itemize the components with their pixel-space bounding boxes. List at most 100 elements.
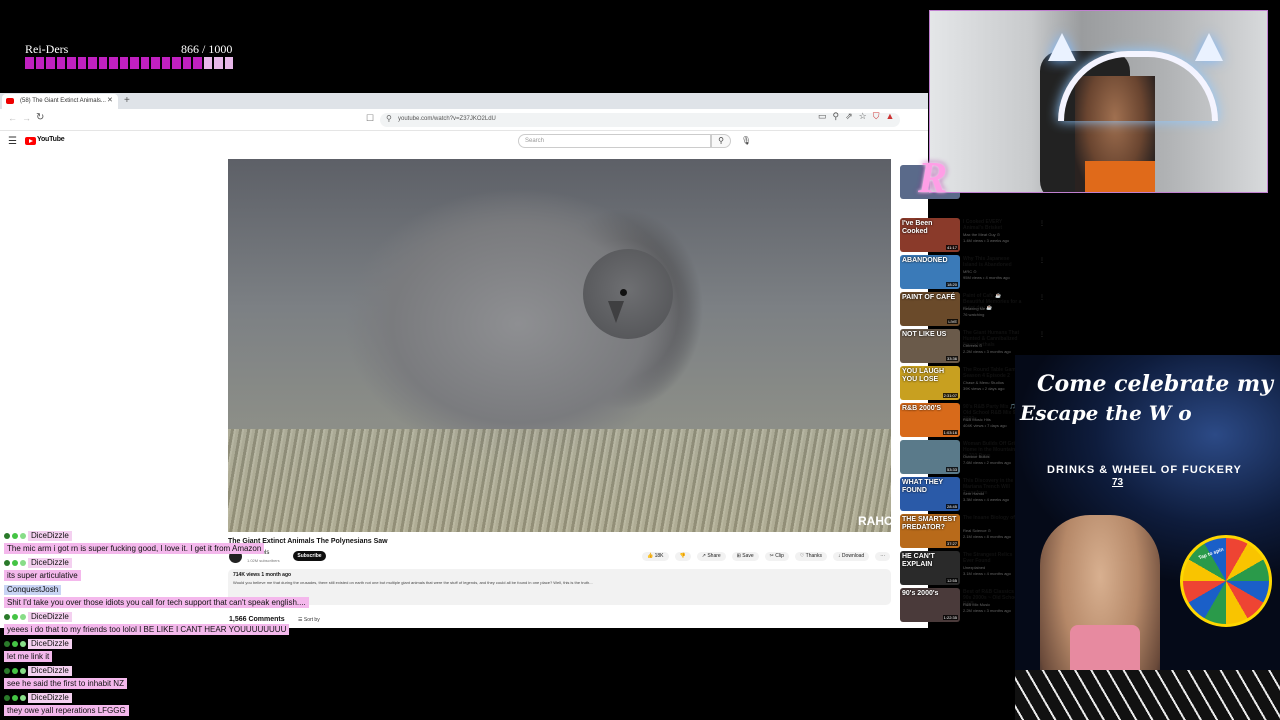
video-duration: 28:45 (945, 504, 958, 509)
chat-username-row: DiceDizzle (4, 557, 72, 568)
more-options-icon[interactable]: ⋮ (1039, 220, 1045, 227)
site-info-icon[interactable]: ⚲ (386, 114, 392, 123)
goal-progress-segment (224, 57, 233, 69)
video-title[interactable]: Why This Japanese Island is Abandoned (963, 256, 1023, 268)
channel-name[interactable]: Chase & Menu Studios (963, 380, 1004, 385)
video-meta: 2.1M views • 8 months ago (963, 534, 1011, 539)
chat-username[interactable]: DiceDizzle (28, 692, 72, 703)
sub-badge-icon (12, 667, 18, 674)
video-thumbnail[interactable]: I've Been Cooked 41:17 (900, 218, 960, 252)
goal-progress-segment (130, 57, 139, 69)
channel-name[interactable]: R&B Music Hits (963, 417, 991, 422)
zoom-icon[interactable]: ⚲ (833, 111, 840, 122)
video-thumbnail[interactable]: YOU LAUGH YOU LOSE 2:31:07 (900, 366, 960, 400)
warning-icon[interactable]: ▲ (886, 111, 895, 122)
save-button[interactable]: ⊞ Save (731, 552, 759, 561)
channel-name[interactable]: Outdoor Builds (963, 454, 989, 459)
youtube-favicon-icon (6, 98, 14, 104)
video-thumbnail[interactable]: 90's 2000's 1:22:35 (900, 588, 960, 622)
shield-icon[interactable]: ⛉ (873, 111, 880, 122)
video-meta: 76 watching (963, 312, 985, 317)
channel-name[interactable]: Max the Meat Guy ⊙ (963, 232, 1000, 237)
channel-name[interactable]: Sem Hamid (963, 491, 984, 496)
goal-progress-segment (67, 57, 76, 69)
channel-name[interactable]: Unexplained (963, 565, 985, 570)
video-player[interactable]: RAHO (228, 159, 891, 532)
chat-username[interactable]: DiceDizzle (28, 530, 72, 541)
close-icon[interactable]: ✕ (107, 96, 113, 104)
chat-username[interactable]: DiceDizzle (28, 611, 72, 622)
video-title[interactable]: The Insane Biology of: (963, 515, 1023, 521)
tab-strip: (58) The Giant Extinct Animals... ✕ + (0, 93, 928, 109)
new-tab-icon[interactable]: + (124, 95, 130, 106)
youtube-logo-icon[interactable] (25, 137, 36, 145)
chat-username[interactable]: DiceDizzle (28, 665, 72, 676)
video-meta: 3.1M views • 4 months ago (963, 571, 1011, 576)
video-duration: 1:03:16 (942, 430, 958, 435)
butterfly-badge-icon (4, 532, 10, 539)
search-button[interactable]: ⚲ (711, 134, 731, 148)
like-button[interactable]: 👍 18K (642, 552, 669, 561)
search-input[interactable]: Search (518, 134, 711, 148)
video-thumbnail[interactable]: 53:33 (900, 440, 960, 474)
recommended-video[interactable]: PAINT OF CAFÉ LIVE Paint of Cafe ☕ Beautif… (900, 292, 1045, 327)
bookmark-icon[interactable]: ☐ (366, 113, 374, 124)
video-thumbnail[interactable]: R&B 2000'S 1:03:16 (900, 403, 960, 437)
channel-name[interactable]: MRC ⊙ (963, 269, 977, 274)
dislike-button[interactable]: 👎 (674, 552, 691, 561)
recommended-video[interactable]: ABANDONED 18:20 Why This Japanese Island i… (900, 255, 1045, 290)
video-thumbnail[interactable]: NOT LIKE US 33:36 (900, 329, 960, 363)
goal-progress-bar (25, 57, 233, 69)
forward-arrow-icon[interactable]: → (22, 113, 31, 123)
video-thumbnail[interactable]: PAINT OF CAFÉ LIVE (900, 292, 960, 326)
chat-message: they owe yall reperations LFGGG (4, 705, 129, 716)
chat-username-row: DiceDizzle (4, 638, 72, 649)
video-frame-bird-beak (608, 301, 624, 323)
chat-username[interactable]: DiceDizzle (28, 638, 72, 649)
thumbnail-text: R&B 2000'S (902, 405, 942, 412)
back-arrow-icon[interactable]: ← (8, 113, 17, 123)
channel-name[interactable]: Ctrlreels ⊙ (963, 343, 982, 348)
share-icon[interactable]: ⇗ (845, 111, 853, 122)
chat-message: its super articulative (4, 570, 81, 581)
share-button[interactable]: ↗ Share (696, 552, 726, 561)
video-title[interactable]: I Cooked EVERY Animal's Brisket (963, 219, 1023, 231)
video-frame-bird-eye (620, 289, 627, 296)
extension-icons: ▭ ⚲ ⇗ ☆ ⛉ ▲ (818, 111, 894, 122)
download-button[interactable]: ↓ Download (833, 552, 870, 561)
video-thumbnail[interactable]: THE SMARTEST PREDATOR? 37:27 (900, 514, 960, 548)
butterfly-badge-icon (4, 640, 10, 647)
goal-progress-segment (88, 57, 97, 69)
video-duration: 33:36 (945, 356, 958, 361)
chat-username[interactable]: DiceDizzle (28, 557, 72, 568)
chat-message: Shit I'd take you over those idiots you … (4, 597, 309, 608)
chat-username-row: DiceDizzle (4, 530, 72, 541)
screen-icon[interactable]: ▭ (818, 111, 827, 122)
reload-icon[interactable]: ↻ (36, 112, 44, 123)
microphone-icon[interactable]: 🎙 (741, 136, 751, 145)
clip-button[interactable]: ✂ Clip (764, 552, 789, 561)
video-thumbnail[interactable]: WHAT THEY FOUND 28:45 (900, 477, 960, 511)
more-options-icon[interactable]: ⋮ (1039, 331, 1045, 338)
thanks-button[interactable]: ♡ Thanks (794, 552, 828, 561)
video-title[interactable]: The Round Table Game Season 4 Episode 2 (963, 367, 1023, 379)
chat-message: see he said the first to inhabit NZ (4, 678, 127, 689)
more-options-icon[interactable]: ⋮ (1039, 257, 1045, 264)
channel-name[interactable]: Real Science ⊙ (963, 528, 991, 533)
channel-name[interactable]: Relaxing Me (963, 306, 985, 311)
goal-progress-segment (140, 57, 149, 69)
menu-icon[interactable]: ☰ (8, 136, 17, 147)
channel-name[interactable]: R&B Mix Music (963, 602, 990, 607)
recommended-video[interactable]: I've Been Cooked 41:17 I Cooked EVERY Anim… (900, 218, 1045, 253)
video-meta: 1.4M views • 3 weeks ago (963, 238, 1010, 243)
chat-username[interactable]: ConquestJosh (4, 584, 62, 595)
goal-progress-segment (193, 57, 202, 69)
browser-tab[interactable]: (58) The Giant Extinct Animals... (2, 94, 118, 109)
video-thumbnail[interactable]: ABANDONED 18:20 (900, 255, 960, 289)
star-icon[interactable]: ☆ (859, 111, 867, 122)
youtube-logo[interactable]: YouTube (37, 136, 65, 143)
more-actions-button[interactable]: ⋯ (875, 552, 891, 561)
video-thumbnail[interactable]: HE CAN'T EXPLAIN 12:55 (900, 551, 960, 585)
video-title[interactable]: The Strangest Relics Ever Found (963, 552, 1023, 564)
more-options-icon[interactable]: ⋮ (1039, 294, 1045, 301)
